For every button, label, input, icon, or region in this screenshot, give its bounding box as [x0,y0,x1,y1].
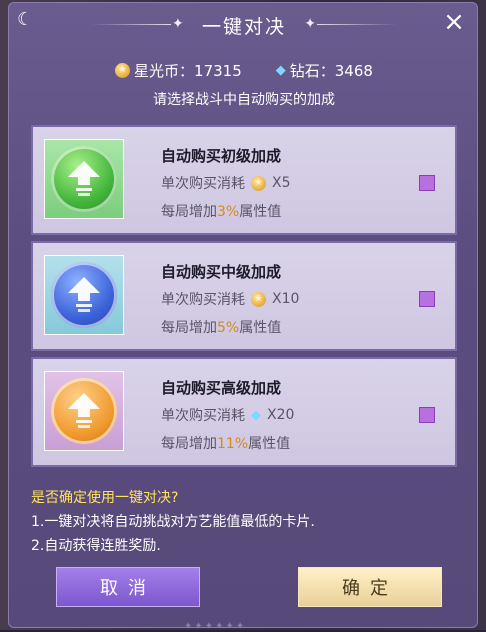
option-bonus: 每局增加3%属性值 [161,201,281,221]
bonus-prefix: 每局增加 [161,204,217,220]
option-icon-frame [44,139,124,219]
diamond-icon: ◆ [275,62,286,78]
bonus-prefix: 每局增加 [161,436,217,452]
rule-line-1: 1.一键对决将自动挑战对方艺能值最低的卡片. [31,514,315,530]
diamond-icon: ◆ [251,407,261,423]
sparkle-icon: ✦ [172,16,184,32]
cost-amount: X5 [272,175,291,191]
bonus-suffix: 属性值 [248,436,291,452]
option-bonus: 每局增加5%属性值 [161,317,281,337]
cost-amount: X10 [272,291,300,307]
currency-row: ★ 星光币：17315 ◆ 钻石：3468 [9,59,479,81]
dialog-title: 一键对决 [201,15,286,38]
confirm-question: 是否确定使用一键对决? [31,490,179,506]
option-cost: 单次购买消耗 ★ X5 [161,173,291,193]
cost-amount: X20 [267,407,295,423]
coin-icon: ★ [115,62,131,78]
upgrade-arrow-icon [51,262,117,328]
starcoin-balance: ★ 星光币：17315 [115,60,242,81]
upgrade-arrow-icon [51,146,117,212]
diamond-label: 钻石：3468 [289,61,373,80]
option-title: 自动购买中级加成 [161,263,282,281]
cost-prefix: 单次购买消耗 [161,176,245,192]
option-bonus: 每局增加11%属性值 [161,433,290,453]
bonus-percent: 11% [217,436,249,452]
moon-icon: ☾ [17,9,34,30]
coin-icon: ★ [251,291,266,307]
title-divider-right [317,24,397,25]
cost-prefix: 单次购买消耗 [161,408,245,424]
selection-hint: 请选择战斗中自动购买的加成 [153,92,335,108]
title-bar: ☾ ✦ 一键对决 ✦ × [9,3,479,47]
option-cost: 单次购买消耗 ★ X10 [161,289,299,309]
diamond-balance: ◆ 钻石：3468 [276,60,373,81]
close-button[interactable]: × [441,9,467,35]
option-icon-frame [44,255,124,335]
sparkle-icon: ✦ [304,16,316,32]
coin-icon: ★ [251,175,266,191]
option-card-intermediate[interactable]: 自动购买中级加成 单次购买消耗 ★ X10 每局增加5%属性值 [31,241,457,351]
upgrade-arrow-icon [51,378,117,444]
option-cost: 单次购买消耗 ◆ X20 [161,405,294,425]
bonus-suffix: 属性值 [239,204,282,220]
option-checkbox[interactable] [419,407,435,423]
option-checkbox[interactable] [419,175,435,191]
bonus-percent: 3% [217,204,240,220]
bottom-decoration: ✦✦✦✦✦✦ [184,621,247,632]
cancel-button[interactable]: 取消 [56,567,200,607]
option-card-basic[interactable]: 自动购买初级加成 单次购买消耗 ★ X5 每局增加3%属性值 [31,125,457,235]
starcoin-label: 星光币：17315 [134,61,242,80]
bonus-prefix: 每局增加 [161,320,217,336]
option-title: 自动购买初级加成 [161,147,282,165]
option-card-advanced[interactable]: 自动购买高级加成 单次购买消耗 ◆ X20 每局增加11%属性值 [31,357,457,467]
option-checkbox[interactable] [419,291,435,307]
cost-prefix: 单次购买消耗 [161,292,245,308]
one-click-duel-dialog: ☾ ✦ 一键对决 ✦ × ★ 星光币：17315 ◆ 钻石：3468 请选择战斗… [8,2,479,632]
bonus-suffix: 属性值 [239,320,282,336]
confirm-button[interactable]: 确定 [298,567,442,607]
title-divider-left [91,24,171,25]
rule-line-2: 2.自动获得连胜奖励. [31,538,161,554]
bonus-percent: 5% [217,320,240,336]
option-icon-frame [44,371,124,451]
option-title: 自动购买高级加成 [161,379,282,397]
